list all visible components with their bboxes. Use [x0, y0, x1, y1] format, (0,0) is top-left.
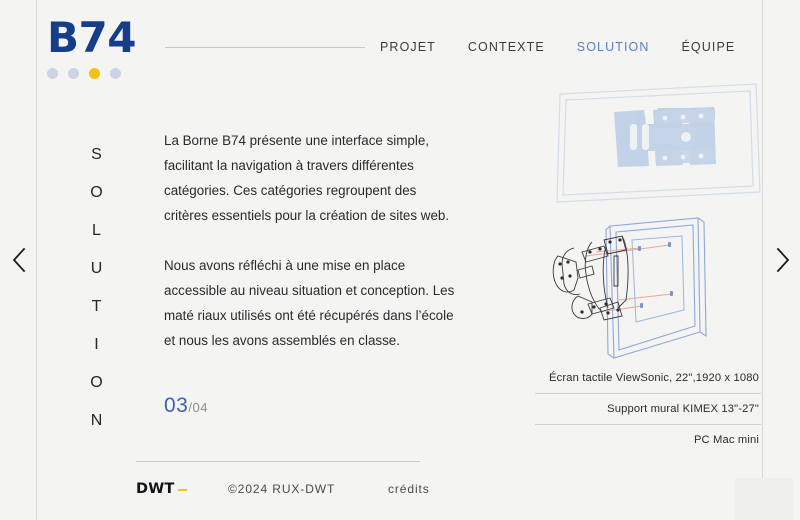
nav-item-equipe[interactable]: ÉQUIPE: [682, 40, 736, 54]
screen-mount-assembly-icon: [552, 217, 707, 359]
prev-slide-button[interactable]: [2, 243, 36, 277]
spec-item-screen: Écran tactile ViewSonic, 22",1920 x 1080: [548, 372, 759, 384]
main-nav[interactable]: PROJET CONTEXTE SOLUTION ÉQUIPE: [380, 40, 735, 54]
footer-accent-bar: [177, 489, 187, 491]
footer-divider: [136, 461, 420, 462]
carousel-dot-2[interactable]: [68, 68, 79, 79]
spec-item-pc: PC Mac mini: [535, 424, 761, 455]
left-frame-rule: [36, 0, 37, 520]
site-logo[interactable]: B74: [47, 17, 136, 59]
wall-mount-bracket-icon: [556, 83, 761, 203]
total-slide-number: /04: [188, 400, 208, 415]
vtitle-letter: O: [90, 374, 104, 391]
spec-item-mount: Support mural KIMEX 13"-27": [535, 393, 761, 424]
slide-counter: 03 /04: [164, 394, 208, 418]
carousel-dot-1[interactable]: [47, 68, 58, 79]
footer-brand[interactable]: DWT: [136, 481, 228, 497]
spec-list: Écran tactile ViewSonic, 22",1920 x 1080…: [535, 368, 761, 455]
chevron-right-icon: [776, 247, 790, 273]
nav-item-solution[interactable]: SOLUTION: [577, 40, 650, 54]
product-illustration-top: [552, 80, 764, 208]
vtitle-letter: U: [90, 260, 104, 277]
next-slide-button[interactable]: [766, 243, 800, 277]
footer-copyright: ©2024 RUX-DWT: [228, 482, 336, 496]
section-body: La Borne B74 présente une interface simp…: [164, 128, 460, 353]
footer-credits-link[interactable]: crédits: [388, 482, 430, 496]
paragraph-1: La Borne B74 présente une interface simp…: [164, 133, 450, 223]
footer-brand-text: DWT: [136, 481, 175, 497]
vtitle-letter: T: [91, 298, 103, 315]
vtitle-letter: S: [91, 146, 103, 163]
chevron-left-icon: [12, 247, 26, 273]
vtitle-letter: N: [90, 412, 104, 429]
header-divider: [165, 47, 365, 48]
corner-block: [735, 478, 793, 520]
current-slide-number: 03: [164, 394, 189, 417]
vtitle-letter: O: [90, 184, 104, 201]
carousel-dot-3[interactable]: [89, 68, 100, 79]
carousel-dot-4[interactable]: [110, 68, 121, 79]
vtitle-letter: L: [92, 222, 102, 239]
page-root: B74 PROJET CONTEXTE SOLUTION ÉQUIPE S O L U…: [0, 0, 800, 520]
vertical-section-title: S O L U T I O N: [84, 136, 110, 440]
nav-item-projet[interactable]: PROJET: [380, 40, 436, 54]
nav-item-contexte[interactable]: CONTEXTE: [468, 40, 545, 54]
product-illustration-bottom: [548, 212, 768, 362]
vtitle-letter: I: [94, 336, 100, 353]
footer: DWT ©2024 RUX-DWT crédits: [136, 481, 466, 497]
carousel-dots[interactable]: [47, 68, 121, 79]
paragraph-2: Nous avons réfléchi à une mise en place …: [164, 258, 455, 348]
